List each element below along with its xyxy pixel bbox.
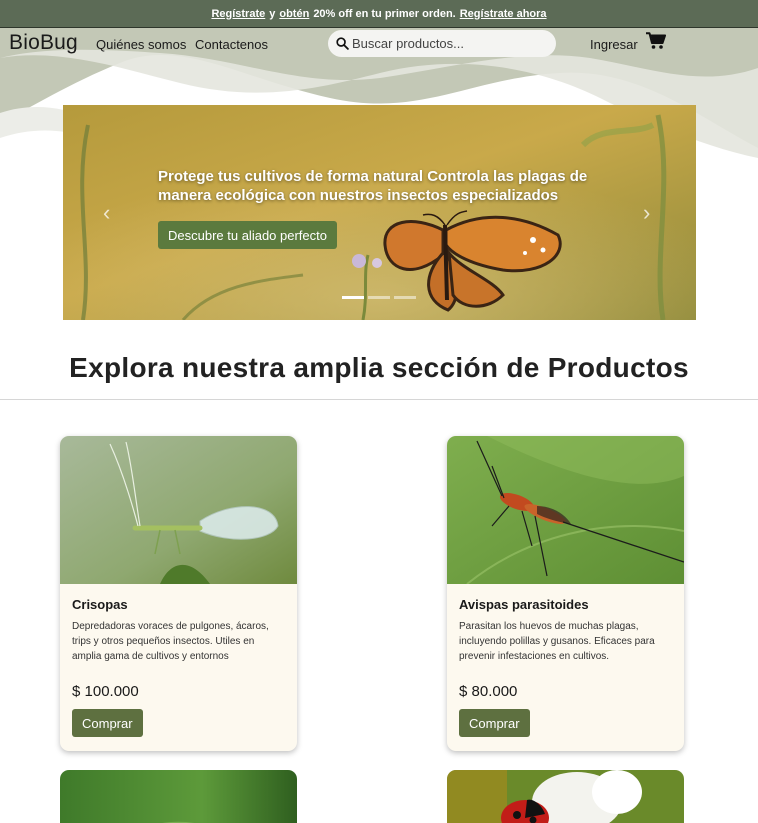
product-name: Crisopas (72, 597, 128, 612)
product-price: $ 80.000 (459, 683, 518, 700)
hero-title: Protege tus cultivos de forma natural Co… (158, 168, 588, 204)
product-image-partial-4 (447, 770, 684, 823)
product-card-partial-3 (60, 770, 297, 823)
product-card-avispas: Avispas parasitoides Parasitan los huevo… (447, 436, 684, 751)
carousel-indicator-2[interactable] (368, 296, 390, 299)
promo-register-link[interactable]: Regístrate (211, 8, 265, 20)
section-title: Explora nuestra amplia sección de Produc… (69, 352, 689, 383)
chevron-left-icon[interactable]: ‹ (103, 200, 110, 226)
hero-carousel: Protege tus cultivos de forma natural Co… (63, 105, 696, 320)
page: Regístrate y obtén 20% off en tu primer … (0, 0, 758, 823)
product-image-partial-3 (60, 770, 297, 823)
product-card-partial-4 (447, 770, 684, 823)
hero-cta-button[interactable]: Descubre tu aliado perfecto (158, 221, 337, 249)
product-card-crisopas: Crisopas Depredadoras voraces de pulgone… (60, 436, 297, 751)
buy-button-crisopas[interactable]: Comprar (72, 709, 143, 737)
promo-register-now-link[interactable]: Regístrate ahora (460, 8, 547, 20)
chevron-right-icon[interactable]: › (643, 200, 650, 226)
nav-link-contact[interactable]: Contactenos (195, 37, 268, 52)
cart-icon[interactable] (646, 32, 666, 50)
search-input[interactable] (352, 36, 542, 51)
navbar: BioBug Quiénes somos Contactenos Ingresa… (0, 28, 758, 58)
product-image-avispas (447, 436, 684, 584)
product-price: $ 100.000 (72, 683, 139, 700)
promo-bar: Regístrate y obtén 20% off en tu primer … (0, 0, 758, 28)
product-body: Crisopas Depredadoras voraces de pulgone… (60, 584, 297, 751)
promo-get-link[interactable]: obtén (279, 8, 309, 20)
section-divider (0, 399, 758, 400)
search-bar (328, 30, 556, 57)
product-description: Depredadoras voraces de pulgones, ácaros… (72, 621, 269, 662)
nav-link-about[interactable]: Quiénes somos (96, 37, 186, 52)
login-link[interactable]: Ingresar (590, 37, 638, 52)
product-image-crisopas (60, 436, 297, 584)
buy-button-avispas[interactable]: Comprar (459, 709, 530, 737)
promo-text: y (269, 7, 276, 20)
promo-offer-text: 20% off en tu primer orden. (313, 7, 456, 20)
product-name: Avispas parasitoides (459, 597, 589, 612)
hero-butterfly-image (63, 105, 696, 320)
product-description: Parasitan los huevos de muchas plagas, i… (459, 621, 655, 662)
brand-logo[interactable]: BioBug (9, 31, 78, 55)
carousel-indicator-3[interactable] (394, 296, 416, 299)
search-icon (336, 37, 349, 50)
carousel-indicator-1[interactable] (342, 296, 364, 299)
product-body: Avispas parasitoides Parasitan los huevo… (447, 584, 684, 751)
carousel-indicators (342, 296, 416, 299)
